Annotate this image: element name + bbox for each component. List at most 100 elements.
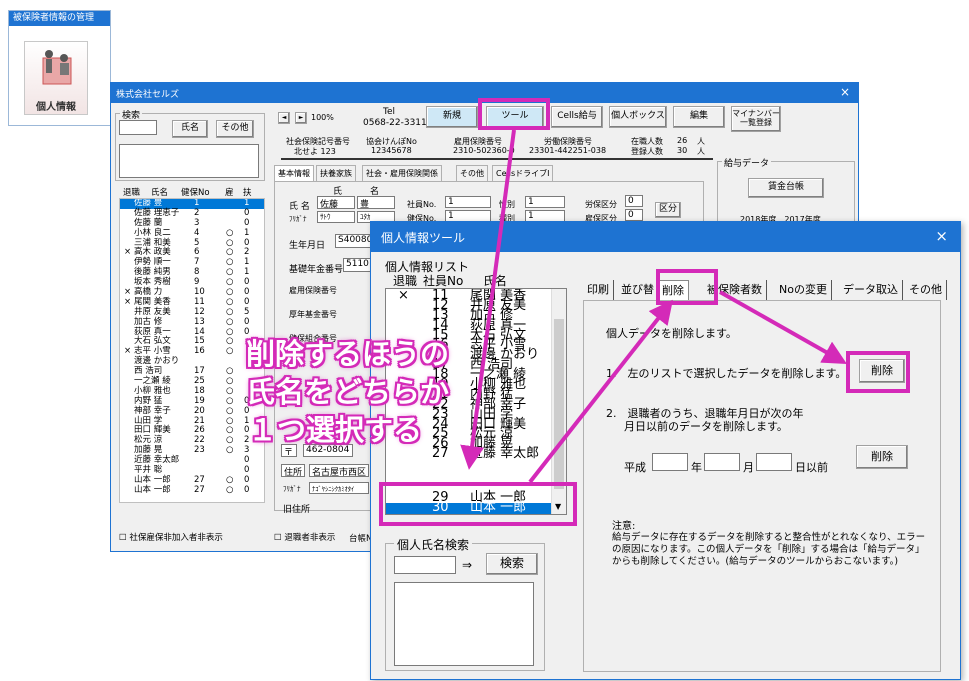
heisei-label: 平成	[624, 461, 646, 474]
main-tab[interactable]: 社会・雇用保険関係	[362, 165, 442, 181]
rodo-kubun-field[interactable]: 0	[625, 195, 643, 207]
hi-label: 日以前	[795, 461, 828, 474]
nen-label: 年	[691, 461, 702, 474]
name-search-results[interactable]	[394, 582, 534, 666]
dialog-tab[interactable]: 印刷	[583, 280, 614, 300]
tel-value: 0568-22-3311	[363, 118, 427, 128]
main-tab[interactable]: 扶養家族	[316, 165, 356, 181]
shaho-value: 北せよ 123	[294, 147, 336, 156]
search-input[interactable]	[119, 120, 157, 135]
dialog-titlebar: 個人情報ツール ×	[371, 222, 960, 252]
prev-record-button[interactable]: ◄	[278, 112, 290, 124]
search-result-box[interactable]	[119, 144, 259, 178]
koyo-mark: ○	[226, 445, 234, 456]
main-tabs: 基本情報 扶養家族 社会・雇用保険関係 その他 CellsドライブI	[274, 165, 704, 181]
col-retired: 退職	[123, 188, 141, 198]
kyuyo-legend: 給与データ	[722, 156, 772, 169]
addr-kana-label: ﾌﾘｶﾞﾅ	[283, 485, 301, 493]
koyo-mark: ○	[226, 484, 234, 495]
sei-field[interactable]: 佐藤	[317, 196, 355, 209]
search-name-button[interactable]: 氏名	[172, 120, 208, 138]
dialog-list-scrollbar[interactable]: ▼	[551, 289, 566, 514]
dialog-tab[interactable]: その他	[905, 280, 947, 300]
shaho-hide-checkbox[interactable]: ☐ 社保雇保非加入者非表示	[119, 531, 223, 543]
rodo-value: 23301-442251-038	[529, 146, 607, 155]
col-name: 氏名	[151, 188, 169, 198]
col-fuyo: 扶	[243, 188, 252, 198]
personal-box-button[interactable]: 個人ボックス	[609, 106, 667, 128]
main-close-button[interactable]: ×	[840, 85, 850, 99]
dialog-list-row[interactable]: 27 近藤 幸太郎	[386, 446, 552, 462]
dlg-name: 近藤 幸太郎	[470, 446, 540, 462]
scroll-thumb[interactable]	[554, 319, 564, 489]
mynumber-button[interactable]: マイナンバー 一覧登録	[731, 106, 781, 132]
month-input[interactable]	[704, 453, 740, 471]
dialog-list-row[interactable]: 13 加古 修	[386, 309, 552, 322]
edit-button[interactable]: 編集	[673, 106, 725, 128]
name-label: 氏 名	[289, 202, 310, 212]
employee-list-header: 退職 氏名 健保No 雇 扶	[119, 186, 269, 198]
retired-mark: ×	[124, 247, 132, 258]
day-input[interactable]	[756, 453, 792, 471]
dlg-retired-mark: ×	[398, 288, 409, 303]
shain-field[interactable]: 1	[445, 196, 491, 208]
koyo-kubun-field[interactable]: 0	[625, 209, 643, 221]
employee-row[interactable]: 山本 一郎 27 ○ 0	[120, 484, 264, 496]
employee-name: 山本 一郎	[134, 484, 171, 495]
main-tab[interactable]: その他	[456, 165, 488, 181]
dialog-close-button[interactable]: ×	[935, 227, 948, 245]
sex-select[interactable]: 1	[525, 196, 565, 208]
main-tab[interactable]: CellsドライブI	[492, 165, 554, 181]
kubun-button[interactable]: 区分	[655, 202, 681, 218]
highlight-delete-tab	[656, 269, 718, 305]
retired-mark: ×	[124, 296, 132, 307]
year-input[interactable]	[652, 453, 688, 471]
highlight-tool-button	[478, 98, 550, 130]
touroku-unit: 人	[697, 147, 705, 156]
col-kenpo: 健保No	[181, 188, 210, 198]
dialog-tab[interactable]: 並び替	[617, 280, 659, 300]
search-other-button[interactable]: その他	[216, 120, 254, 138]
dialog-list-row[interactable]: 14 荻原 真一	[386, 319, 552, 332]
sei-kana-field[interactable]: ｻﾄｳ	[317, 211, 355, 223]
dialog-tab[interactable]: データ取込	[839, 280, 903, 300]
kenpo-no: 27	[194, 484, 205, 495]
shaho-hide-label: 社保雇保非加入者非表示	[129, 533, 223, 543]
new-button[interactable]: 新規	[426, 106, 478, 128]
dialog-title: 個人情報ツール	[381, 231, 466, 245]
highlight-delete-button	[846, 351, 910, 393]
dialog-list-row[interactable]: × 11 尾関 美香	[386, 288, 552, 303]
dialog-tab[interactable]: Noの変更	[775, 280, 832, 300]
retired-hide-label: 退職者非表示	[284, 533, 336, 543]
gatsu-label: 月	[743, 461, 754, 474]
name-search-group: 個人氏名検索 ⇒ 検索	[385, 536, 545, 671]
cells-salary-button[interactable]: Cells給与	[551, 106, 603, 128]
mei-field[interactable]: 豊	[357, 196, 395, 209]
retired-hide-checkbox[interactable]: ☐ 退職者非表示	[274, 531, 335, 543]
kiso-label: 基礎年金番号	[289, 265, 344, 275]
next-record-button[interactable]: ►	[295, 112, 307, 124]
name-search-input[interactable]	[394, 556, 456, 574]
addr-kana-field[interactable]: ﾅｺﾞﾔｼﾆｼｸｶﾐｵﾀｲ	[309, 482, 369, 494]
dialog-tabs: 印刷 並び替 削除 被保険者数 Noの変更 データ取込 その他	[583, 280, 947, 300]
zaishoku-value: 26	[677, 136, 688, 145]
main-title: 株式会社セルズ	[116, 90, 180, 100]
col-koyo: 雇	[225, 188, 234, 198]
dialog-list-row[interactable]: 12 井原 友美	[386, 299, 552, 312]
dlg-col-name: 氏名	[483, 274, 508, 288]
koyo-mark: ○	[226, 346, 234, 357]
kyokai-value: 12345678	[371, 146, 412, 155]
delete-option-2-line2: 月日以前のデータを削除します。	[624, 420, 788, 433]
delete-by-date-button[interactable]: 削除	[856, 445, 908, 469]
name-search-button[interactable]: 検索	[486, 553, 538, 575]
tel-label: Tel	[383, 107, 396, 117]
chingin-daicho-button[interactable]: 賃金台帳	[748, 178, 824, 198]
personal-info-launcher[interactable]: 個人情報	[24, 41, 88, 115]
people-icon	[42, 50, 72, 85]
launcher-panel: 被保険者情報の管理 個人情報	[8, 10, 111, 126]
kana-label: ﾌﾘｶﾞﾅ	[289, 215, 307, 223]
addr-field[interactable]: 名古屋市西区	[309, 464, 369, 477]
employee-list[interactable]: 佐藤 豊 1 1 佐藤 理恵子 2 0 佐藤 蘭 3 0 小林 良二 4 ○ 1 三浦 和美 5 ○ 0 × 高木 …	[119, 198, 265, 503]
main-tab[interactable]: 基本情報	[274, 165, 314, 181]
callout-line-3: １つ選択する	[248, 413, 423, 447]
